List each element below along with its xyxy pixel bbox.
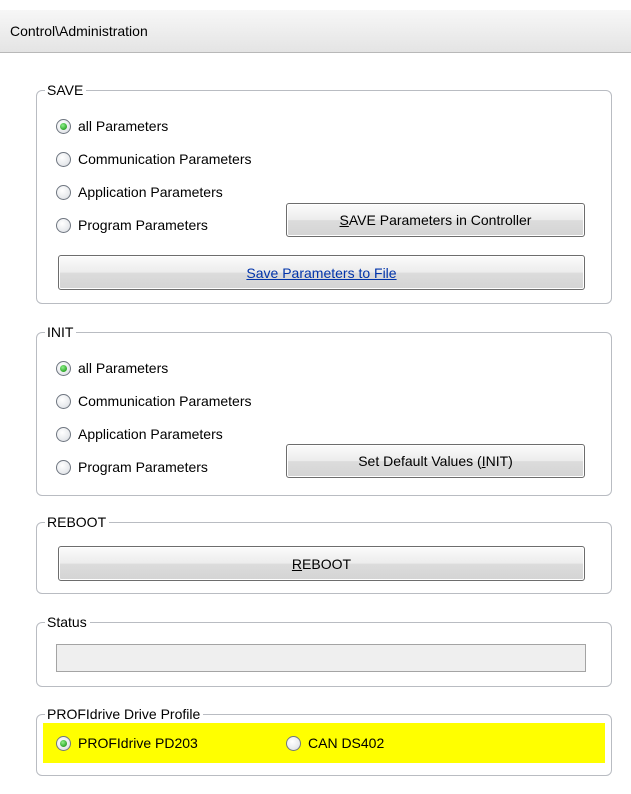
radio-label: Application Parameters: [78, 426, 223, 442]
radio-label: Communication Parameters: [78, 151, 252, 167]
radio-label: all Parameters: [78, 360, 169, 376]
set-default-values-button[interactable]: Set Default Values (INIT): [286, 444, 585, 478]
status-group: Status: [36, 614, 612, 687]
save-radio-program-parameters[interactable]: Program Parameters: [56, 215, 208, 235]
save-radio-all-parameters[interactable]: all Parameters: [56, 116, 168, 136]
button-label: EBOOT: [302, 555, 352, 572]
radio-checked-icon: [56, 735, 71, 751]
radio-label: Program Parameters: [78, 459, 208, 475]
radio-unchecked-icon: [286, 735, 301, 751]
button-label: AVE Parameters in Controller: [348, 212, 532, 228]
radio-unchecked-icon: [56, 393, 71, 409]
radio-unchecked-icon: [56, 151, 71, 167]
radio-unchecked-icon: [56, 184, 71, 200]
profile-radio-can-ds402[interactable]: CAN DS402: [286, 733, 384, 753]
button-label: NIT): [485, 453, 513, 469]
radio-unchecked-icon: [56, 217, 71, 233]
reboot-group: REBOOT REBOOT: [36, 514, 612, 594]
reboot-button[interactable]: REBOOT: [58, 546, 585, 581]
button-label: Save Parameters to File: [246, 264, 397, 281]
save-group: SAVE all Parameters Communication Parame…: [36, 82, 612, 304]
status-group-legend: Status: [47, 614, 87, 630]
radio-checked-icon: [56, 118, 71, 134]
radio-label: all Parameters: [78, 118, 169, 134]
reboot-group-legend: REBOOT: [47, 514, 107, 530]
init-group: INIT all Parameters Communication Parame…: [36, 324, 612, 496]
init-radio-communication-parameters[interactable]: Communication Parameters: [56, 391, 252, 411]
profile-radio-profidrive-pd203[interactable]: PROFIdrive PD203: [56, 733, 198, 753]
profile-group: PROFIdrive Drive Profile PROFIdrive PD20…: [36, 706, 612, 776]
save-radio-application-parameters[interactable]: Application Parameters: [56, 182, 223, 202]
save-parameters-to-file-button[interactable]: Save Parameters to File: [58, 255, 585, 290]
mnemonic-letter: S: [339, 212, 349, 228]
save-group-legend: SAVE: [47, 82, 84, 98]
save-radio-communication-parameters[interactable]: Communication Parameters: [56, 149, 252, 169]
radio-unchecked-icon: [56, 426, 71, 442]
profile-group-legend: PROFIdrive Drive Profile: [47, 706, 201, 722]
radio-label: Program Parameters: [78, 217, 208, 233]
status-field: [56, 644, 586, 672]
radio-checked-icon: [56, 360, 71, 376]
save-parameters-in-controller-button[interactable]: SAVE Parameters in Controller: [286, 203, 585, 237]
radio-label: CAN DS402: [308, 735, 385, 751]
window-title-bar: Control\Administration: [0, 10, 631, 53]
init-radio-all-parameters[interactable]: all Parameters: [56, 358, 168, 378]
radio-label: PROFIdrive PD203: [78, 735, 198, 751]
radio-label: Application Parameters: [78, 184, 223, 200]
init-radio-application-parameters[interactable]: Application Parameters: [56, 424, 223, 444]
init-radio-program-parameters[interactable]: Program Parameters: [56, 457, 208, 477]
init-group-legend: INIT: [47, 324, 74, 340]
button-label: Set Default Values (: [358, 453, 482, 469]
mnemonic-letter: R: [291, 555, 303, 572]
radio-unchecked-icon: [56, 459, 71, 475]
radio-label: Communication Parameters: [78, 393, 252, 409]
window-title: Control\Administration: [10, 23, 148, 39]
